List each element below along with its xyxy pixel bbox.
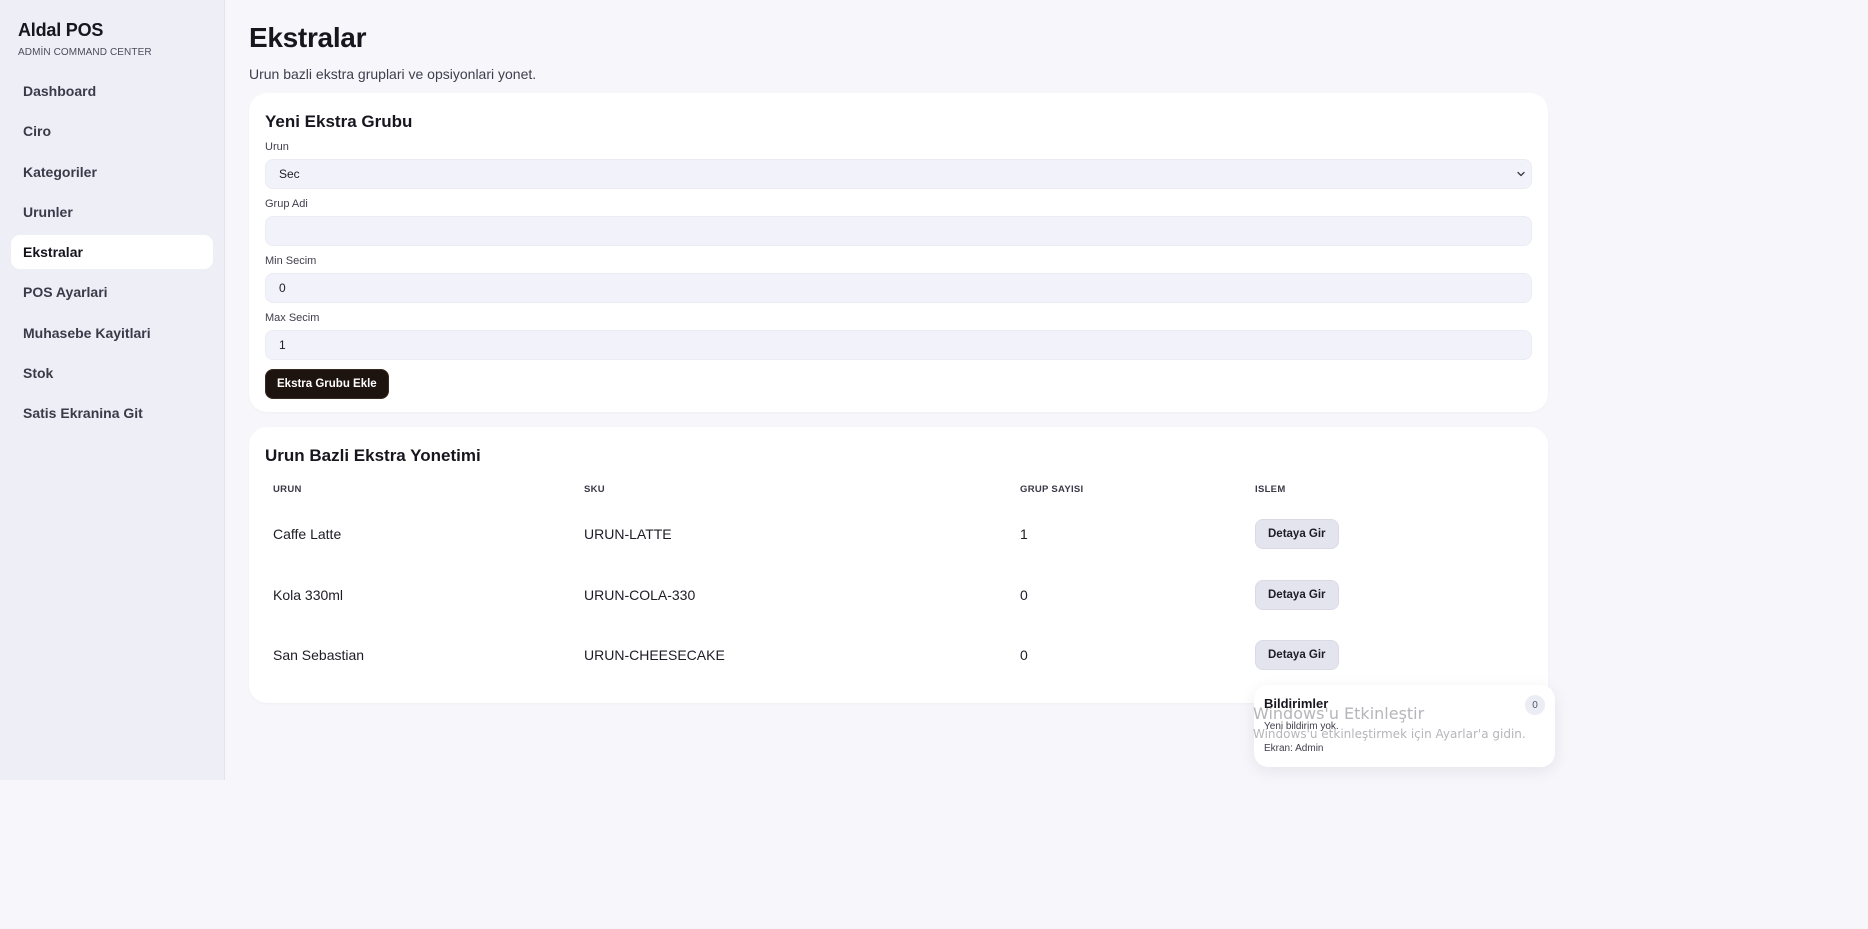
max-selection-input[interactable]: 1 <box>265 330 1532 360</box>
group-name-input[interactable] <box>265 216 1532 246</box>
brand-title: Aldal POS <box>18 20 104 40</box>
product-extras-table: URUN SKU GRUP SAYISI ISLEM Caffe Latte U… <box>265 484 1532 686</box>
min-selection-input[interactable]: 0 <box>265 273 1532 303</box>
cell-group-count: 1 <box>1020 526 1028 543</box>
notifications-empty-text: Yeni bildirim yok. <box>1264 721 1339 732</box>
product-select-value: Sec <box>279 167 300 181</box>
sidebar-item-ekstralar[interactable]: Ekstralar <box>11 235 213 270</box>
new-extra-group-card: Yeni Ekstra Grubu Urun Sec Grup Adi Min … <box>249 93 1548 412</box>
chevron-down-icon <box>1517 171 1525 177</box>
add-extra-group-button[interactable]: Ekstra Grubu Ekle <box>265 369 389 399</box>
table-row: San Sebastian URUN-CHEESECAKE 0 Detaya G… <box>265 625 1532 686</box>
cell-sku: URUN-COLA-330 <box>584 586 696 603</box>
column-header-sku: SKU <box>584 484 605 495</box>
sidebar-item-urunler[interactable]: Urunler <box>11 195 213 229</box>
detail-button[interactable]: Detaya Gir <box>1255 640 1339 671</box>
product-label: Urun <box>265 141 289 153</box>
brand-subtitle: ADMİN COMMAND CENTER <box>18 47 152 58</box>
sidebar: Aldal POS ADMİN COMMAND CENTER Dashboard… <box>0 0 225 780</box>
column-header-action: ISLEM <box>1255 484 1286 495</box>
notification-count-badge: 0 <box>1525 695 1545 715</box>
cell-action: Detaya Gir <box>1247 625 1532 686</box>
cell-product: Kola 330ml <box>273 586 344 603</box>
main-content: Ekstralar Urun bazli ekstra gruplari ve … <box>249 0 1548 703</box>
cell-group-count: 0 <box>1020 586 1028 603</box>
sidebar-item-stok[interactable]: Stok <box>11 356 213 390</box>
sidebar-item-muhasebe-kayitlari[interactable]: Muhasebe Kayitlari <box>11 316 213 350</box>
brand: Aldal POS ADMİN COMMAND CENTER <box>11 20 213 58</box>
cell-sku: URUN-LATTE <box>584 526 672 543</box>
sidebar-item-pos-ayarlari[interactable]: POS Ayarlari <box>11 275 213 309</box>
column-header-product: URUN <box>273 484 302 495</box>
sidebar-nav: Dashboard Ciro Kategoriler Urunler Ekstr… <box>11 74 213 430</box>
sidebar-item-dashboard[interactable]: Dashboard <box>11 74 213 108</box>
table-title: Urun Bazli Ekstra Yonetimi <box>265 446 481 465</box>
detail-button[interactable]: Detaya Gir <box>1255 519 1339 550</box>
page-subtitle: Urun bazli ekstra gruplari ve opsiyonlar… <box>249 66 537 82</box>
notifications-title: Bildirimler <box>1264 696 1329 711</box>
detail-button[interactable]: Detaya Gir <box>1255 579 1339 610</box>
notifications-screen-text: Ekran: Admin <box>1264 743 1324 754</box>
cell-action: Detaya Gir <box>1247 565 1532 626</box>
group-name-label: Grup Adi <box>265 198 308 210</box>
max-selection-label: Max Secim <box>265 312 320 324</box>
sidebar-item-kategoriler[interactable]: Kategoriler <box>11 155 213 189</box>
table-row: Caffe Latte URUN-LATTE 1 Detaya Gir <box>265 504 1532 565</box>
min-selection-label: Min Secim <box>265 255 317 267</box>
cell-action: Detaya Gir <box>1247 504 1532 565</box>
form-title: Yeni Ekstra Grubu <box>265 112 413 131</box>
cell-sku: URUN-CHEESECAKE <box>584 647 725 664</box>
cell-product: San Sebastian <box>273 647 365 664</box>
table-row: Kola 330ml URUN-COLA-330 0 Detaya Gir <box>265 565 1532 626</box>
page-title: Ekstralar <box>249 22 367 53</box>
notifications-panel[interactable]: Bildirimler 0 Yeni bildirim yok. Ekran: … <box>1254 685 1555 767</box>
sidebar-item-satis-ekranina-git[interactable]: Satis Ekranina Git <box>11 396 213 430</box>
cell-group-count: 0 <box>1020 647 1028 664</box>
column-header-group-count: GRUP SAYISI <box>1020 484 1084 495</box>
sidebar-item-ciro[interactable]: Ciro <box>11 114 213 148</box>
table-header-row: URUN SKU GRUP SAYISI ISLEM <box>265 484 1532 504</box>
cell-product: Caffe Latte <box>273 526 342 543</box>
product-select[interactable]: Sec <box>265 159 1532 189</box>
product-extras-card: Urun Bazli Ekstra Yonetimi URUN SKU GRUP… <box>249 427 1548 703</box>
